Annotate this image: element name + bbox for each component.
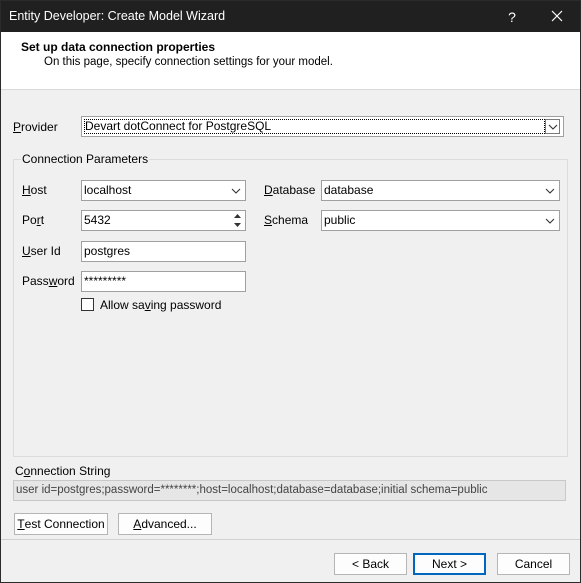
back-label: < Back: [351, 557, 390, 571]
connection-string-value: user id=postgres;password=********;host=…: [16, 484, 488, 496]
advanced-button[interactable]: Advanced...: [118, 513, 212, 535]
password-field[interactable]: *********: [81, 271, 246, 292]
test-connection-accel: T: [17, 517, 25, 531]
port-stepper[interactable]: 5432: [81, 210, 246, 231]
test-connection-label: est Connection: [24, 517, 105, 531]
user-id-value: postgres: [84, 244, 131, 258]
cancel-label: Cancel: [514, 557, 553, 571]
user-id-field[interactable]: postgres: [81, 241, 246, 262]
page-title: Set up data connection properties: [21, 40, 216, 54]
spin-up-icon[interactable]: [230, 212, 244, 221]
cancel-button[interactable]: Cancel: [497, 553, 570, 575]
window-title: Entity Developer: Create Model Wizard: [9, 9, 226, 23]
provider-select[interactable]: Devart dotConnect for PostgreSQL: [81, 116, 564, 137]
port-spin-buttons: [230, 212, 244, 229]
chevron-down-icon: [229, 181, 243, 200]
chevron-down-icon: [543, 181, 557, 200]
footer-divider: [1, 539, 580, 540]
page-subtitle: On this page, specify connection setting…: [44, 56, 333, 68]
port-label: Port: [22, 213, 45, 227]
host-select[interactable]: localhost: [81, 180, 246, 201]
port-value: 5432: [84, 213, 111, 227]
connection-string-field[interactable]: user id=postgres;password=********;host=…: [13, 480, 566, 501]
host-label: Host: [22, 183, 47, 197]
test-connection-button[interactable]: Test Connection: [14, 513, 108, 535]
advanced-label: dvanced...: [141, 517, 197, 531]
schema-select[interactable]: public: [321, 210, 560, 231]
help-icon: ?: [508, 8, 516, 25]
help-button[interactable]: ?: [489, 1, 535, 32]
title-bar[interactable]: Entity Developer: Create Model Wizard ?: [1, 1, 580, 32]
schema-label: Schema: [264, 213, 309, 227]
database-label: Database: [264, 183, 316, 197]
allow-saving-password-label[interactable]: Allow saving password: [100, 298, 221, 312]
provider-label: Provider: [13, 120, 58, 134]
next-label: Next >: [431, 557, 467, 571]
close-icon: [551, 6, 563, 27]
allow-saving-password-checkbox[interactable]: [81, 298, 94, 311]
provider-value: Devart dotConnect for PostgreSQL: [84, 119, 545, 134]
advanced-accel: A: [133, 517, 142, 531]
connection-parameters-group: [13, 159, 568, 457]
wizard-header: Set up data connection properties On thi…: [1, 32, 580, 90]
back-button[interactable]: < Back: [334, 553, 407, 575]
close-button[interactable]: [534, 1, 580, 32]
chevron-down-icon: [543, 211, 557, 230]
password-label: Password: [22, 274, 75, 288]
host-value: localhost: [84, 183, 132, 197]
chevron-down-icon: [545, 119, 560, 134]
user-id-label: User Id: [22, 244, 61, 258]
next-button[interactable]: Next >: [413, 553, 486, 575]
connection-parameters-title: Connection Parameters: [21, 152, 150, 166]
spin-down-icon[interactable]: [230, 221, 244, 230]
wizard-window: Entity Developer: Create Model Wizard ? …: [0, 0, 581, 583]
connection-string-label: Connection String: [15, 464, 111, 478]
schema-value: public: [324, 213, 356, 227]
database-select[interactable]: database: [321, 180, 560, 201]
database-value: database: [324, 183, 374, 197]
password-value: *********: [84, 274, 127, 288]
